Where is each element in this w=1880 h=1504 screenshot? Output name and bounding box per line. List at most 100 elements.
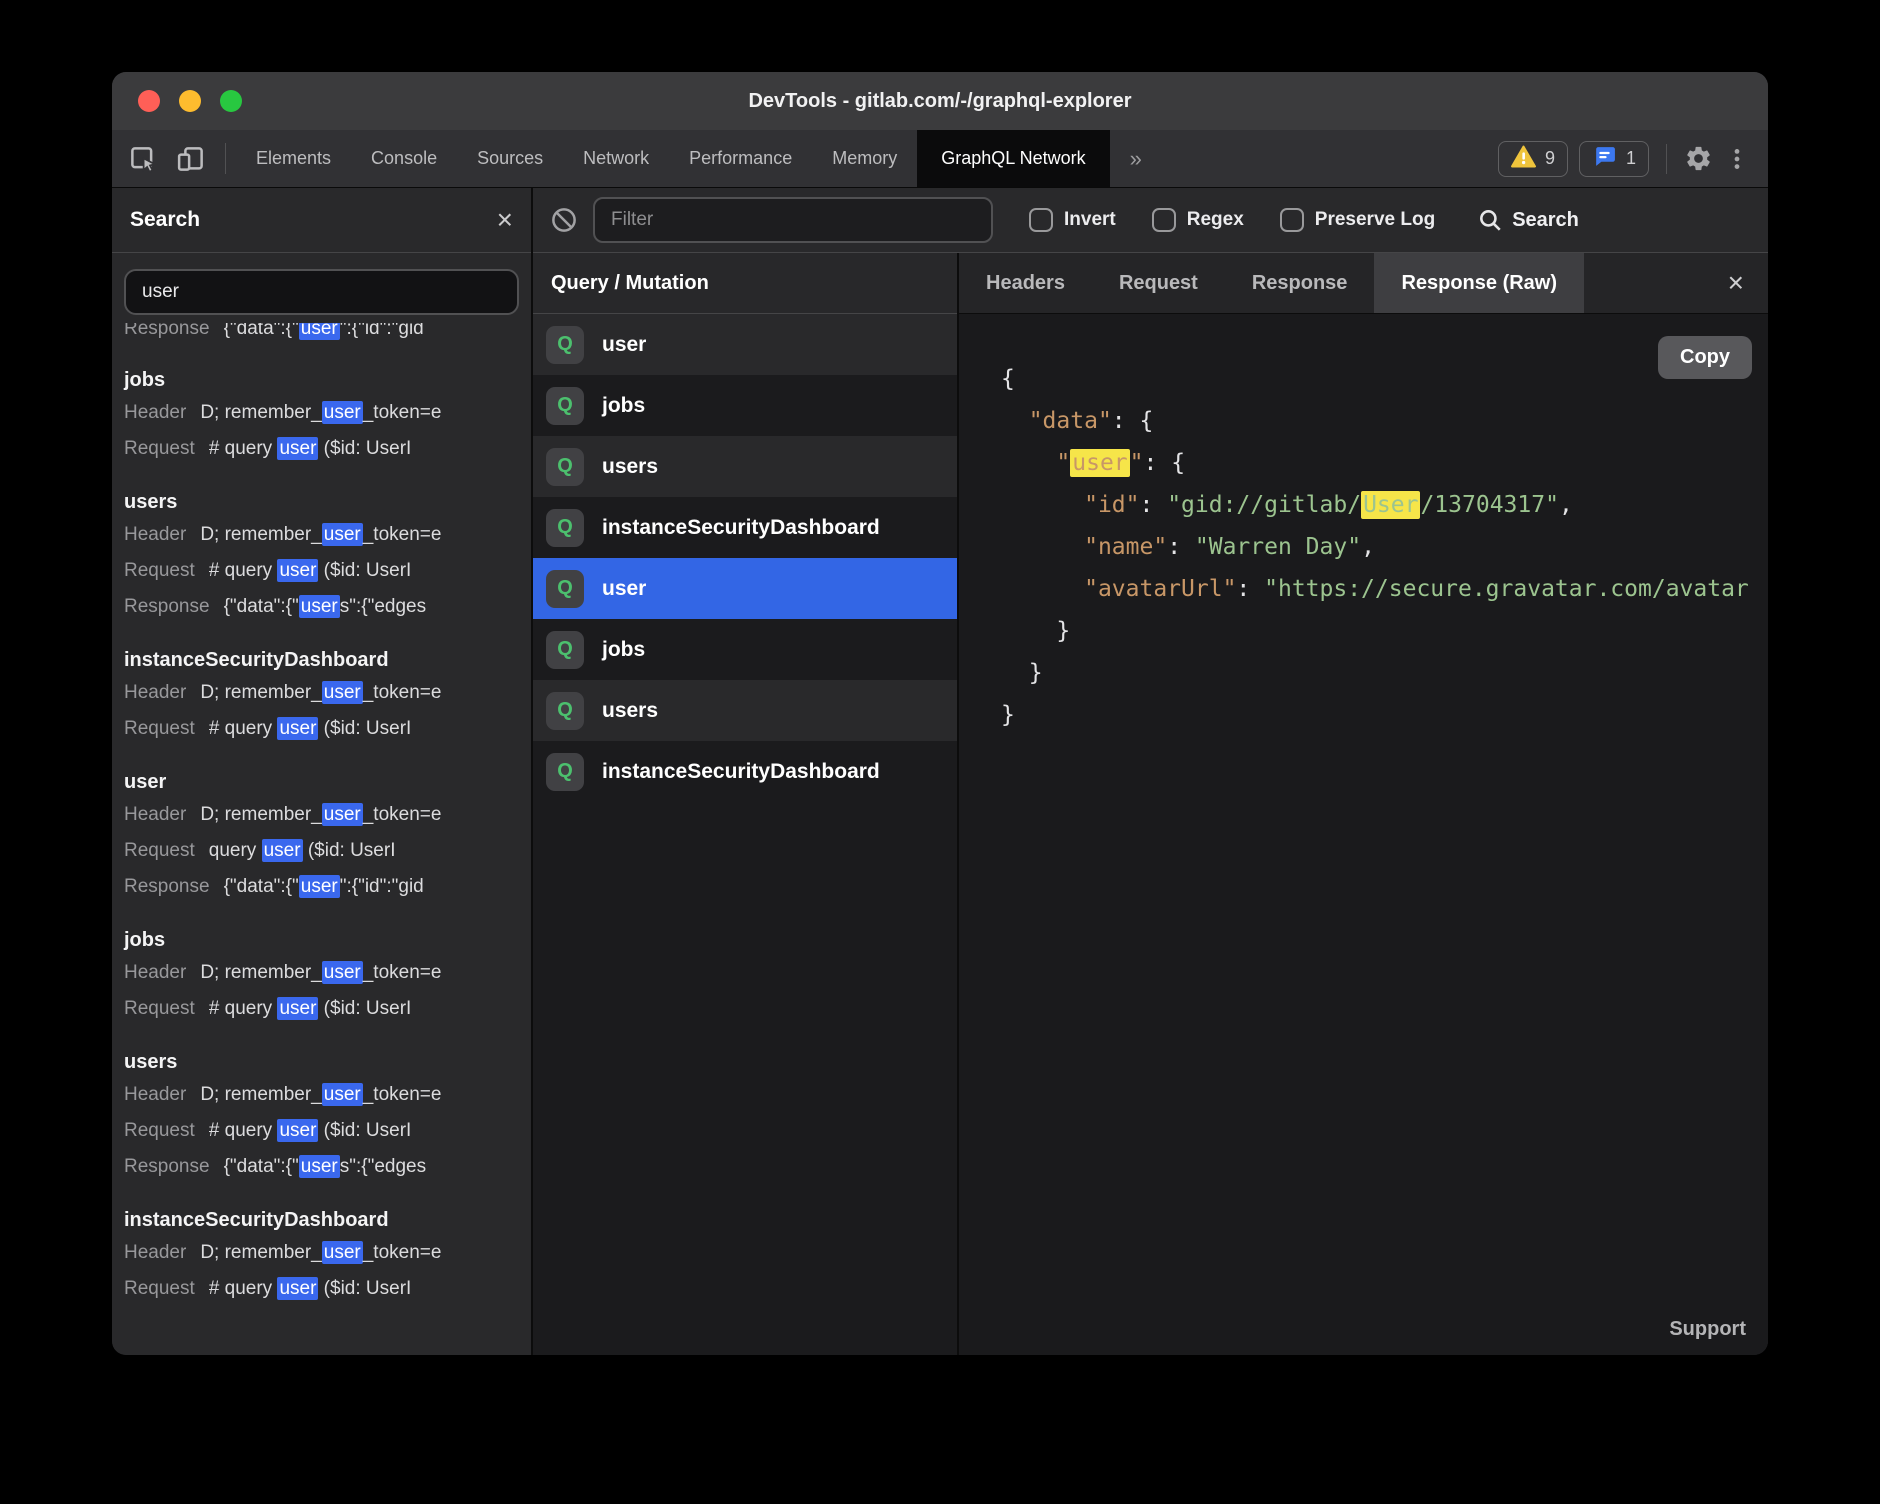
result-line[interactable]: Request# query user ($id: UserI [124,711,531,747]
device-toolbar-icon[interactable] [167,130,215,187]
detail-tab-response-raw[interactable]: Response (Raw) [1374,253,1584,313]
toolbar-tab-performance[interactable]: Performance [669,130,812,187]
result-line-value: D; remember_user_token=e [200,1077,441,1113]
result-line-label: Request [124,991,195,1027]
result-heading: users [124,1047,531,1077]
result-line-value: # query user ($id: UserI [209,991,412,1027]
result-line-label: Request [124,1113,195,1149]
toolbar-tab-sources[interactable]: Sources [457,130,563,187]
query-list-item[interactable]: QinstanceSecurityDashboard [533,741,957,802]
warning-count: 9 [1545,148,1555,169]
query-list-item[interactable]: Quser [533,558,957,619]
search-input-wrap [112,253,531,315]
support-link[interactable]: Support [1669,1318,1746,1341]
toolbar-tab-console[interactable]: Console [351,130,457,187]
json-line: "name": "Warren Day", [1001,526,1768,568]
inspect-element-icon[interactable] [112,130,167,187]
result-line-value: query user ($id: UserI [209,833,396,869]
query-list-item[interactable]: Qusers [533,680,957,741]
main-area: Search × Response{"data":{"user":{"id":"… [112,188,1768,1355]
close-window-button[interactable] [138,90,160,112]
result-line[interactable]: Request # query user ($id: UserI [124,991,531,1027]
query-list-item[interactable]: QinstanceSecurityDashboard [533,497,957,558]
right-area: InvertRegexPreserve Log Search Query / M… [533,188,1768,1355]
search-result-group: userHeaderD; remember_user_token=eReques… [124,767,531,905]
result-line-value: D; remember_user_token=e [200,1235,441,1271]
query-label: instanceSecurityDashboard [602,516,880,540]
query-icon: Q [546,387,584,425]
result-line[interactable]: Response{"data":{"user":{"id":"gid [124,323,531,347]
detail-tabbar: HeadersRequestResponseResponse (Raw) × [959,253,1768,314]
json-content: { "data": { "user": { "id": "gid://gitla… [959,314,1768,736]
toolbar-tab-elements[interactable]: Elements [236,130,351,187]
copy-button[interactable]: Copy [1658,336,1752,379]
result-line[interactable]: HeaderD; remember_user_token=e [124,1077,531,1113]
search-button[interactable]: Search [1477,207,1579,233]
filter-input[interactable] [593,197,993,243]
result-line[interactable]: Request# query user ($id: UserI [124,431,531,467]
search-result-group: Response{"data":{"user":{"id":"gid [124,323,531,349]
clear-icon[interactable] [549,205,579,235]
close-search-icon[interactable]: × [497,206,513,234]
detail-tab-response[interactable]: Response [1225,253,1375,313]
kebab-menu-icon[interactable] [1724,146,1750,172]
search-result-group: instanceSecurityDashboardHeaderD; rememb… [124,1205,531,1307]
result-line[interactable]: HeaderD; remember_user_token=e [124,675,531,711]
result-line[interactable]: Request # query user ($id: UserI [124,1271,531,1307]
toolbar-tab-graphql-network[interactable]: GraphQL Network [917,130,1109,187]
toolbar-tab-network[interactable]: Network [563,130,669,187]
detail-tab-request[interactable]: Request [1092,253,1225,313]
result-line[interactable]: Requestquery user ($id: UserI [124,833,531,869]
right-split: Query / Mutation QuserQjobsQusersQinstan… [533,253,1768,1355]
issues-badge[interactable]: 1 [1579,141,1649,177]
toolbar-right: 9 1 [1498,130,1768,187]
query-label: jobs [602,638,645,662]
search-result-group: instanceSecurityDashboardHeaderD; rememb… [124,645,531,747]
result-heading: jobs [124,365,531,395]
query-icon: Q [546,570,584,608]
detail-body: Copy { "data": { "user": { "id": "gid://… [959,314,1768,1355]
result-line-label: Header [124,675,186,711]
devtools-toolbar: ElementsConsoleSourcesNetworkPerformance… [112,130,1768,188]
result-line[interactable]: Response{"data":{"users":{"edges [124,1149,531,1185]
window-title: DevTools - gitlab.com/-/graphql-explorer [112,90,1768,113]
regex-checkbox[interactable] [1152,208,1176,232]
result-line-value: # query user ($id: UserI [209,1271,412,1307]
preserve-log-checkbox[interactable] [1280,208,1304,232]
warnings-badge[interactable]: 9 [1498,141,1568,177]
minimize-window-button[interactable] [179,90,201,112]
detail-tab-headers[interactable]: Headers [959,253,1092,313]
result-line[interactable]: Request # query user ($id: UserI [124,553,531,589]
more-tabs-icon[interactable]: » [1110,130,1162,187]
search-input[interactable] [124,269,519,315]
result-line[interactable]: Response{"data":{"users":{"edges [124,589,531,625]
result-line-label: Request [124,553,195,589]
result-line-value: # query user ($id: UserI [209,431,412,467]
result-line[interactable]: HeaderD; remember_user_token=e [124,955,531,991]
result-line-value: # query user ($id: UserI [209,553,412,589]
result-line-label: Request [124,1271,195,1307]
result-line[interactable]: HeaderD; remember_user_token=e [124,797,531,833]
result-line-label: Header [124,1235,186,1271]
query-icon: Q [546,509,584,547]
result-line-value: D; remember_user_token=e [200,517,441,553]
query-list-item[interactable]: Qjobs [533,375,957,436]
result-line[interactable]: Response{"data":{"user":{"id":"gid [124,869,531,905]
query-list-item[interactable]: Qjobs [533,619,957,680]
search-panel: Search × Response{"data":{"user":{"id":"… [112,188,533,1355]
result-line[interactable]: HeaderD; remember_user_token=e [124,395,531,431]
toolbar-separator [225,143,226,174]
invert-checkbox[interactable] [1029,208,1053,232]
gear-icon[interactable] [1684,144,1713,173]
regex-checkbox-group: Regex [1152,208,1244,232]
query-list-item[interactable]: Qusers [533,436,957,497]
query-label: instanceSecurityDashboard [602,760,880,784]
result-line[interactable]: Header D; remember_user_token=e [124,1235,531,1271]
zoom-window-button[interactable] [220,90,242,112]
toolbar-tab-memory[interactable]: Memory [812,130,917,187]
query-list-item[interactable]: Quser [533,314,957,375]
result-heading: jobs [124,925,531,955]
result-line[interactable]: Request# query user ($id: UserI [124,1113,531,1149]
result-line[interactable]: HeaderD; remember_user_token=e [124,517,531,553]
close-detail-icon[interactable]: × [1704,269,1768,297]
